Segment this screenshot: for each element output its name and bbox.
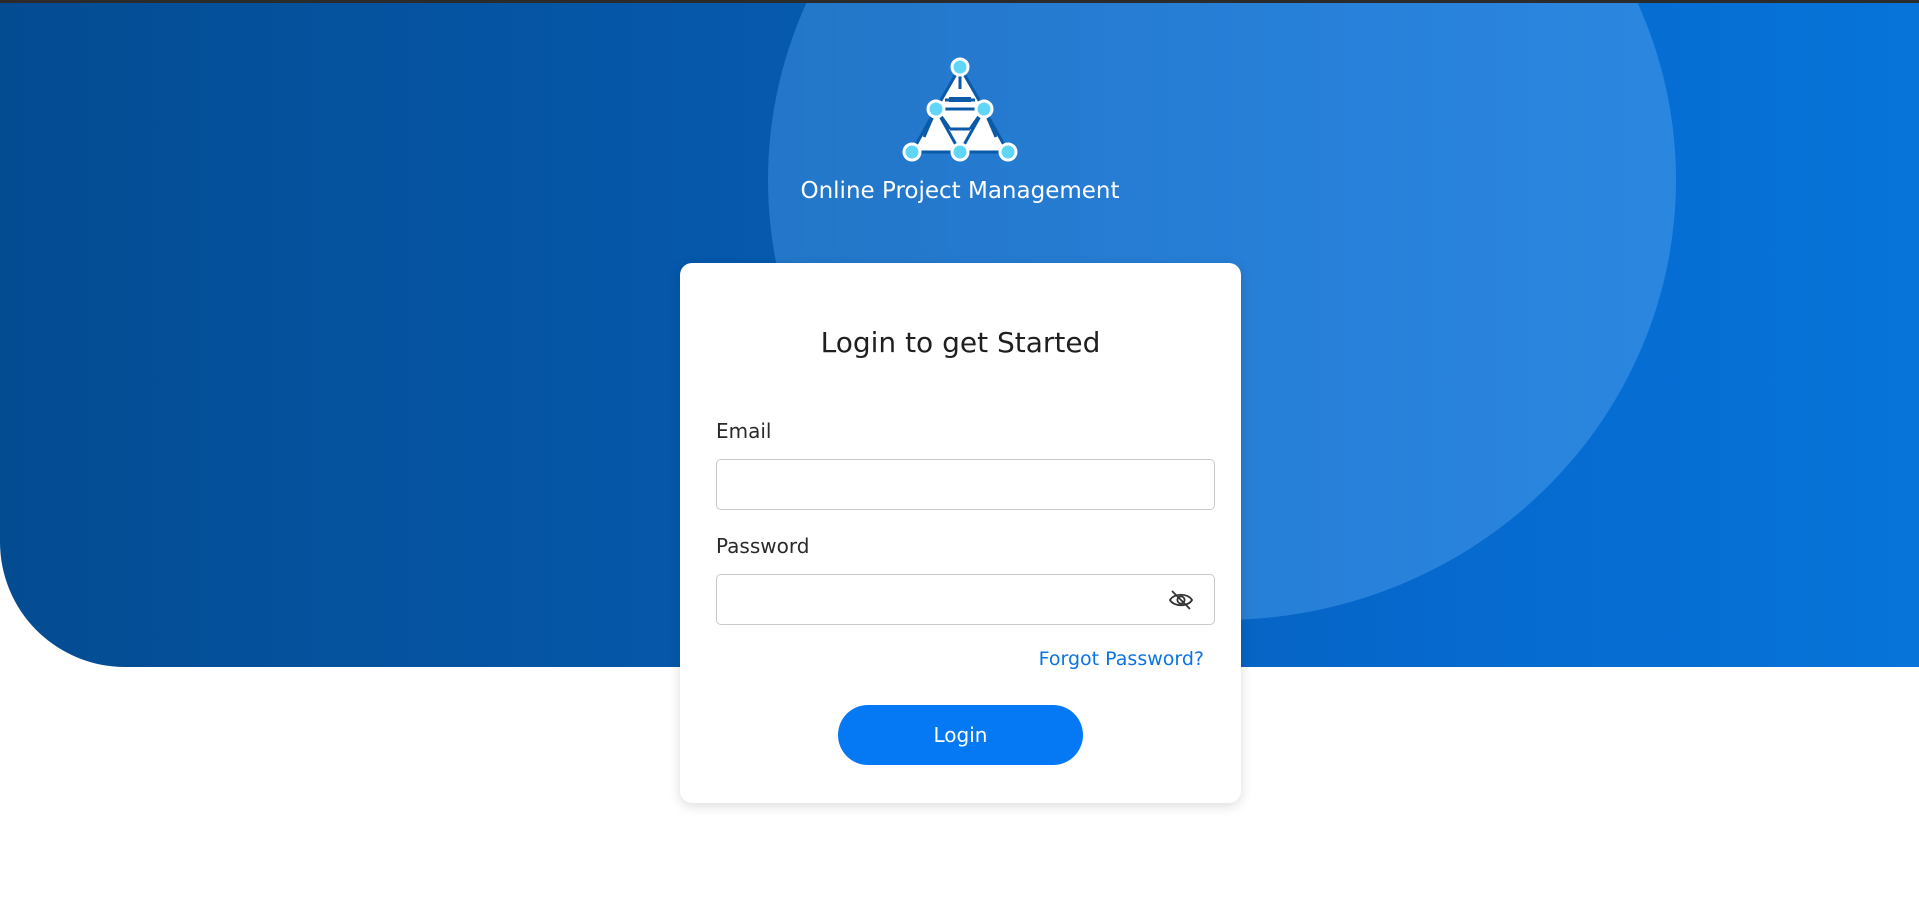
email-label: Email (716, 419, 772, 443)
login-button[interactable]: Login (838, 705, 1083, 765)
network-triangle-logo-icon (900, 57, 1020, 165)
password-field-container (716, 574, 1215, 625)
login-card: Login to get Started Email Password Forg… (680, 263, 1241, 803)
login-heading: Login to get Started (820, 326, 1101, 359)
app-title: Online Project Management (800, 178, 1120, 204)
password-input[interactable] (717, 575, 1214, 624)
forgot-password-link[interactable]: Forgot Password? (1039, 648, 1204, 670)
email-input[interactable] (717, 460, 1214, 509)
password-label: Password (716, 534, 810, 558)
email-field-container (716, 459, 1215, 510)
eye-slash-icon[interactable] (1168, 588, 1194, 612)
top-border-line (0, 0, 1919, 3)
